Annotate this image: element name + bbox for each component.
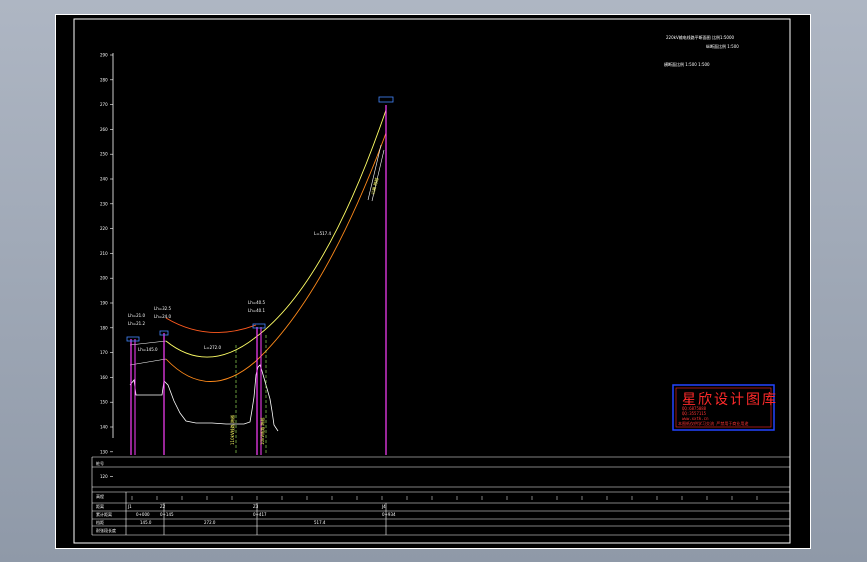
elevation-tick-label: 290: [100, 53, 108, 58]
bottom-table: [91, 456, 790, 536]
profile-drawing: 220kV输电线路平断面图 比例1:5000 纵断面比例 1:500 横断面比例…: [73, 18, 791, 544]
cell-c2: Z2: [160, 504, 166, 509]
cell-e2: 0+145: [160, 512, 174, 517]
cell-e3: 0+417: [253, 512, 267, 517]
elevation-tick-label: 170: [100, 350, 108, 355]
crossing-label-a: 110kV线路 跨越: [229, 415, 235, 445]
tower-t1-label-top: Lh=21.0: [128, 313, 145, 318]
upper-conductor: [165, 317, 257, 333]
row-label-4: 档距: [96, 519, 104, 525]
ground-profile: [129, 364, 279, 432]
elevation-tick-label: 280: [100, 77, 108, 82]
row-label-5: 耐张段长度: [96, 527, 116, 533]
span-label-1: Lh=145.0: [138, 347, 158, 352]
elevation-tick-label: 230: [100, 201, 108, 206]
drawing-sheet: 220kV输电线路平断面图 比例1:5000 纵断面比例 1:500 横断面比例…: [55, 14, 811, 549]
elevation-ticks: 290 280 270 260 250 240 230 220 210 200 190 180 170 1…: [100, 53, 113, 479]
elevation-tick-label: 200: [100, 276, 108, 281]
elevation-tick-label: 160: [100, 375, 108, 380]
tower-t2-label-top: Lh=32.5: [154, 306, 171, 311]
watermark-line-4: 本图纸仅供学习交流 严禁用于商业用途: [678, 420, 748, 426]
tower-t3-label-top: Lh=40.5: [248, 300, 265, 305]
elevation-tick-label: 180: [100, 325, 108, 330]
cell-e4: 0+934: [382, 512, 396, 517]
elevation-tick-label: 250: [100, 152, 108, 157]
cell-c1: J1: [127, 504, 132, 509]
elevation-tick-label: 210: [100, 251, 108, 256]
cell-c4: J4: [381, 504, 386, 509]
title-line-2: 纵断面比例 1:500: [706, 43, 739, 49]
tower-t1: [126, 336, 140, 455]
row-label-2: 距离: [96, 503, 104, 509]
crossing-label-c: 公路 跨越: [369, 177, 379, 195]
tower-t3-label-bottom: Lh=40.1: [248, 308, 265, 313]
elevation-tick-label: 150: [100, 400, 108, 405]
inner-frame: [73, 18, 791, 544]
row-label-3: 累计距离: [96, 511, 112, 517]
elevation-tick-label: 120: [100, 474, 108, 479]
elevation-tick-label: 190: [100, 301, 108, 306]
tower-t2: [159, 330, 169, 455]
row-label-0: 桩号: [96, 460, 104, 466]
tower-t2-label-bottom: Lh=24.0: [154, 314, 171, 319]
title-line-1: 220kV输电线路平断面图 比例1:5000: [666, 34, 734, 40]
table-tick-row: [131, 496, 758, 500]
lower-conductor: [165, 132, 387, 382]
title-line-3: 横断面比例 1:500 1:500: [664, 61, 710, 67]
elevation-tick-label: 240: [100, 177, 108, 182]
elevation-tick-label: 140: [100, 425, 108, 430]
row-label-1: 高程: [96, 493, 104, 499]
cell-d1: 145.0: [140, 520, 152, 525]
elevation-tick-label: 130: [100, 449, 108, 454]
elevation-tick-label: 220: [100, 226, 108, 231]
span-label-2: L=272.0: [204, 345, 221, 350]
elevation-tick-label: 260: [100, 127, 108, 132]
tower-t1-label-bottom: Lh=21.2: [128, 321, 145, 326]
elevation-tick-label: 270: [100, 102, 108, 107]
span-label-3: L=517.4: [314, 231, 331, 236]
cell-d3: 517.4: [314, 520, 326, 525]
middle-conductor: [165, 109, 387, 358]
tower-t4: [378, 96, 394, 455]
cell-e1: 0+000: [136, 512, 150, 517]
cell-d2: 272.0: [204, 520, 216, 525]
crossing-label-b: 10kV线路 跨越: [259, 418, 265, 445]
watermark-stamp: 星欣设计图库 QQ:6875088 QQ:3557115 www.xxtk.cn…: [672, 384, 776, 431]
cell-c3: Z3: [253, 504, 259, 509]
